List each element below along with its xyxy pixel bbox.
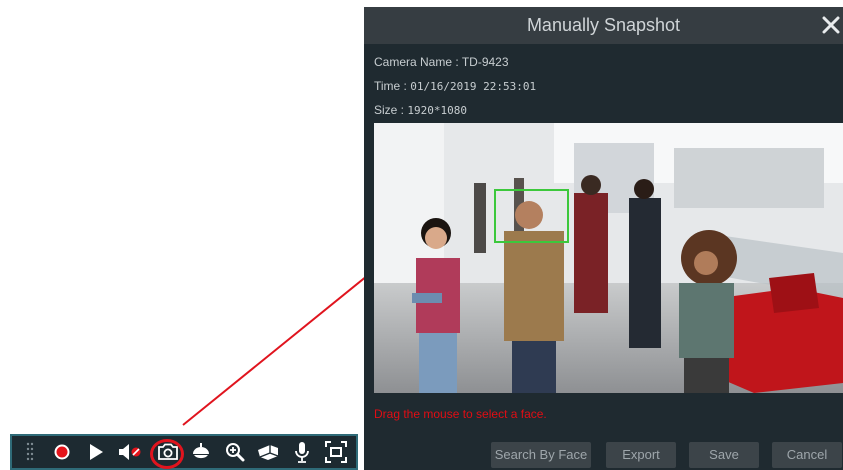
export-button[interactable]: Export <box>606 442 676 468</box>
time-label: Time : <box>374 79 407 93</box>
camera-name-row: Camera Name : TD-9423 <box>374 55 509 69</box>
mute-icon[interactable] <box>116 436 144 468</box>
camera-name-value: TD-9423 <box>461 55 509 69</box>
ptz-icon[interactable] <box>188 436 214 468</box>
drag-handle-icon[interactable] <box>20 436 40 468</box>
fisheye-icon[interactable] <box>254 436 284 468</box>
size-label: Size : <box>374 103 405 117</box>
time-row: Time : 01/16/2019 22:53:01 <box>374 79 536 93</box>
dialog-title: Manually Snapshot <box>526 15 681 35</box>
microphone-icon[interactable] <box>290 436 314 468</box>
camera-name-label: Camera Name : <box>374 55 459 69</box>
manual-snapshot-dialog: Manually Snapshot Camera Name : TD-9423 … <box>364 7 843 470</box>
snapshot-image[interactable] <box>374 123 843 393</box>
size-value: 1920*1080 <box>407 104 467 117</box>
dialog-header: Manually Snapshot <box>364 7 843 44</box>
cancel-button[interactable]: Cancel <box>772 442 842 468</box>
save-button[interactable]: Save <box>689 442 759 468</box>
zoom-in-icon[interactable] <box>222 436 248 468</box>
search-by-face-button[interactable]: Search By Face <box>491 442 591 468</box>
snapshot-highlight-ring <box>150 439 184 469</box>
time-value: 01/16/2019 22:53:01 <box>410 80 537 93</box>
fit-screen-icon[interactable] <box>322 436 350 468</box>
record-icon[interactable] <box>50 436 74 468</box>
face-selection-hint: Drag the mouse to select a face. <box>374 407 547 421</box>
live-view-toolbar <box>10 434 358 470</box>
close-icon[interactable] <box>819 13 843 37</box>
play-icon[interactable] <box>84 436 108 468</box>
size-row: Size : 1920*1080 <box>374 103 467 117</box>
